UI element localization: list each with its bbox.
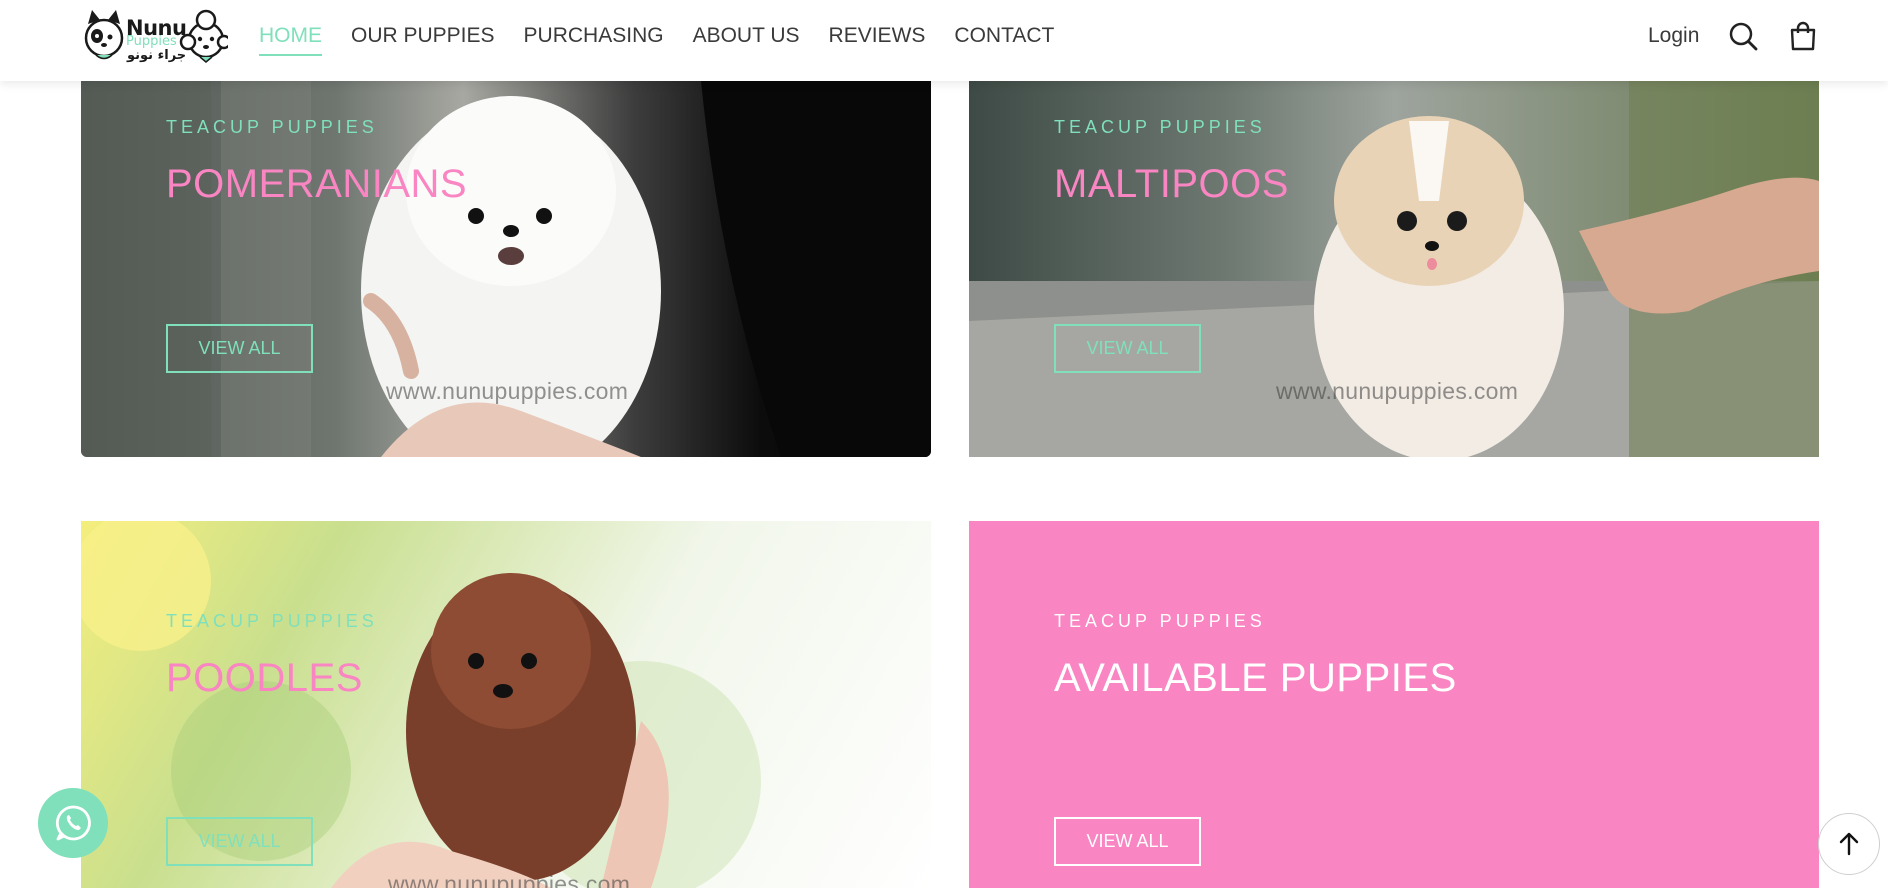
site-header: Nunu Puppies جراء نونو HOME OUR PUPPIES …: [0, 0, 1888, 81]
view-all-button[interactable]: VIEW ALL: [166, 324, 313, 373]
logo-subtitle: Puppies: [126, 34, 177, 49]
card-eyebrow: TEACUP PUPPIES: [1054, 611, 1266, 631]
logo[interactable]: Nunu Puppies جراء نونو: [82, 6, 232, 70]
card-eyebrow: TEACUP PUPPIES: [166, 117, 378, 137]
main-nav: HOME OUR PUPPIES PURCHASING ABOUT US REV…: [259, 24, 1054, 56]
nav-home[interactable]: HOME: [259, 24, 322, 56]
nav-purchasing[interactable]: PURCHASING: [524, 24, 664, 56]
card-title: AVAILABLE PUPPIES: [1054, 656, 1457, 700]
whatsapp-icon[interactable]: [38, 788, 108, 858]
card-title: POMERANIANS: [166, 162, 468, 206]
watermark: www.nunupuppies.com: [386, 378, 629, 404]
category-card-pomeranians[interactable]: TEACUP PUPPIES POMERANIANS VIEW ALL www.…: [81, 81, 931, 457]
search-icon[interactable]: [1727, 20, 1759, 52]
category-card-available-puppies[interactable]: TEACUP PUPPIES AVAILABLE PUPPIES VIEW AL…: [969, 521, 1819, 888]
view-all-button[interactable]: VIEW ALL: [1054, 817, 1201, 866]
card-title: MALTIPOOS: [1054, 162, 1289, 206]
watermark: www.nunupuppies.com: [388, 871, 631, 888]
nav-about-us[interactable]: ABOUT US: [693, 24, 800, 56]
nav-our-puppies[interactable]: OUR PUPPIES: [351, 24, 495, 56]
nav-contact[interactable]: CONTACT: [954, 24, 1054, 56]
login-link[interactable]: Login: [1648, 24, 1699, 48]
arrow-up-icon[interactable]: [1818, 813, 1880, 875]
logo-arabic: جراء نونو: [127, 48, 187, 63]
category-card-maltipoos[interactable]: TEACUP PUPPIES MALTIPOOS VIEW ALL www.nu…: [969, 81, 1819, 457]
card-title: POODLES: [166, 656, 363, 700]
view-all-button[interactable]: VIEW ALL: [166, 817, 313, 866]
category-card-poodles[interactable]: TEACUP PUPPIES POODLES VIEW ALL www.nunu…: [81, 521, 931, 888]
watermark: www.nunupuppies.com: [1276, 378, 1519, 404]
nav-reviews[interactable]: REVIEWS: [829, 24, 926, 56]
card-eyebrow: TEACUP PUPPIES: [1054, 117, 1266, 137]
view-all-button[interactable]: VIEW ALL: [1054, 324, 1201, 373]
shopping-bag-icon[interactable]: [1787, 20, 1819, 52]
card-eyebrow: TEACUP PUPPIES: [166, 611, 378, 631]
